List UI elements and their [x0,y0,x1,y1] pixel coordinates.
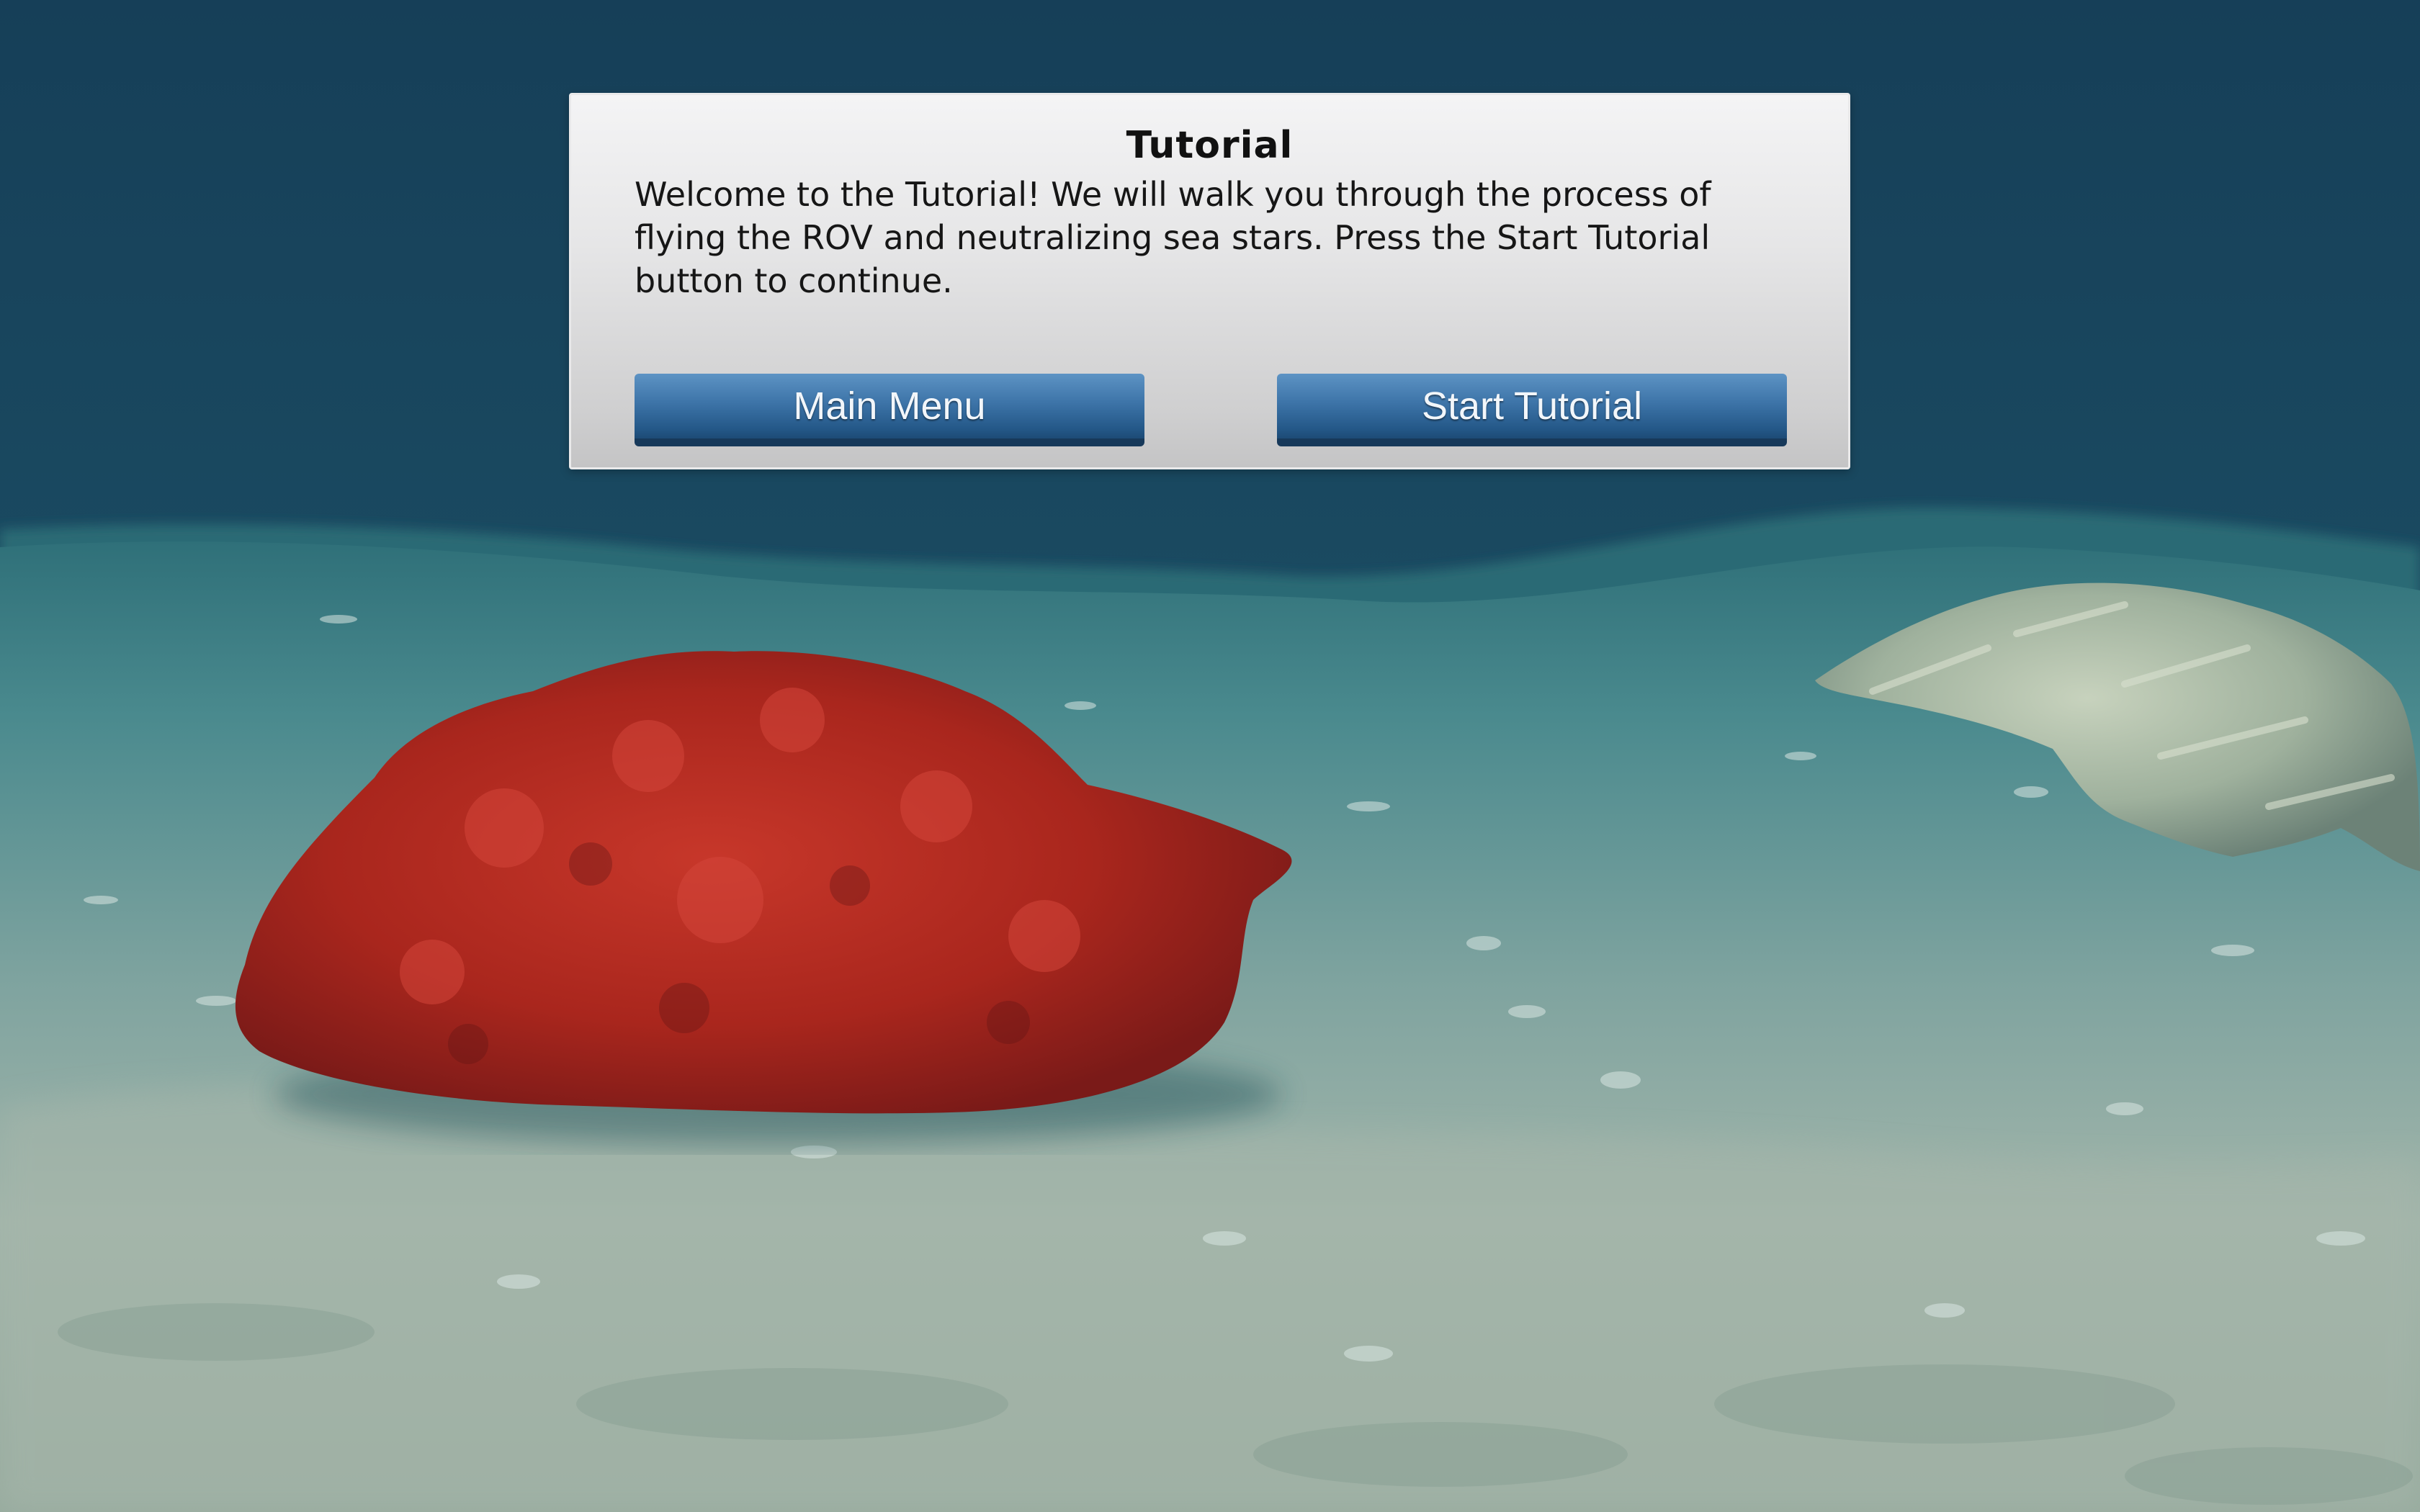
tutorial-dialog: Tutorial Welcome to the Tutorial! We wil… [569,93,1850,469]
dialog-title: Tutorial [1126,124,1294,167]
main-menu-button[interactable]: Main Menu [635,374,1144,446]
start-tutorial-button[interactable]: Start Tutorial [1277,374,1787,446]
dialog-message: Welcome to the Tutorial! We will walk yo… [635,175,1711,300]
